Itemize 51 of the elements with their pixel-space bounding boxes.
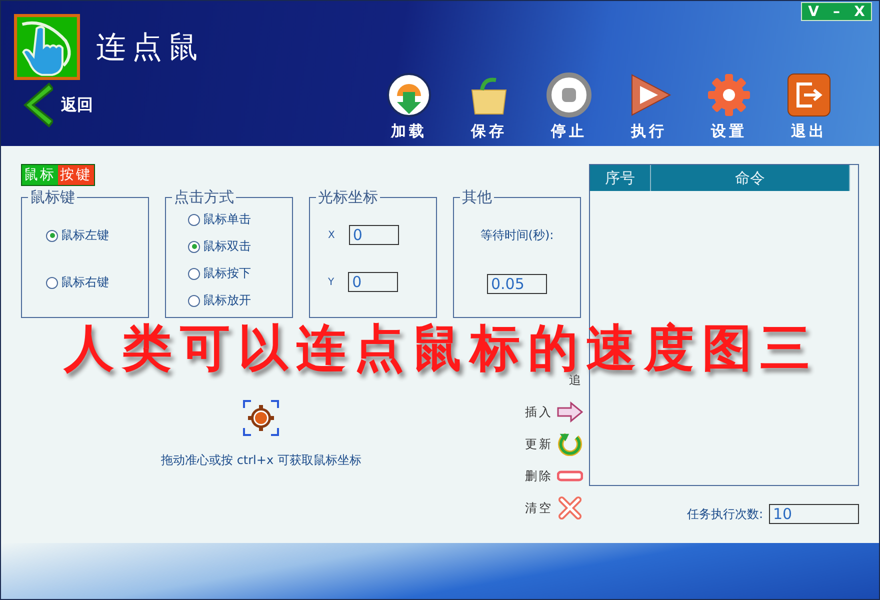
command-button[interactable]: 插入: [525, 400, 583, 424]
radio-option[interactable]: 鼠标双击: [188, 238, 286, 255]
radio-option[interactable]: 鼠标右键: [46, 274, 142, 291]
radio-option[interactable]: 鼠标左键: [46, 227, 142, 244]
toolbar-button[interactable]: 停止: [539, 72, 599, 141]
stop-icon: [546, 72, 592, 118]
app-title: 连点鼠: [96, 28, 204, 66]
hand-cursor-logo-icon: [14, 14, 80, 80]
refresh-icon: [557, 432, 583, 456]
minus-icon: [557, 470, 583, 482]
column-header[interactable]: 命令: [651, 165, 850, 191]
cross-icon: [557, 496, 583, 520]
toolbar-button[interactable]: 加载: [379, 72, 439, 141]
command-button[interactable]: 删除: [525, 464, 583, 488]
command-button[interactable]: 清空: [525, 496, 583, 520]
coordinate-field[interactable]: 0: [348, 225, 399, 245]
toolbar-button[interactable]: 保存: [459, 72, 519, 141]
group-title: 点击方式: [173, 188, 235, 207]
group-title: 其他: [461, 188, 493, 207]
radio-button[interactable]: [46, 230, 58, 242]
task-count-label: 任务执行次数:: [686, 506, 763, 522]
coordinate-label: Y: [328, 276, 334, 288]
radio-option[interactable]: 鼠标单击: [188, 211, 286, 228]
wait-time-label: 等待时间(秒):: [480, 227, 554, 244]
coordinate-label: X: [328, 230, 335, 240]
group-title: 鼠标键: [29, 188, 76, 207]
toolbar-button[interactable]: 设置: [699, 72, 759, 141]
coordinate-field[interactable]: 0: [348, 272, 398, 292]
toolbar-button[interactable]: 执行: [619, 72, 679, 141]
crosshair-icon: [243, 400, 280, 436]
back-button[interactable]: 返回: [19, 81, 93, 129]
section-tag: 按键: [58, 165, 94, 185]
arrow-right-icon: [557, 400, 583, 424]
radio-button[interactable]: [46, 276, 58, 288]
radio-button[interactable]: [188, 214, 200, 226]
column-header[interactable]: 序号: [590, 165, 651, 191]
toolbar-button[interactable]: 退出: [779, 72, 839, 141]
radio-option[interactable]: 鼠标放开: [188, 292, 286, 309]
radio-option[interactable]: 鼠标按下: [188, 265, 286, 282]
task-count-field[interactable]: 10: [769, 504, 859, 524]
command-button[interactable]: 更新: [525, 432, 583, 456]
radio-button[interactable]: [188, 294, 200, 306]
crosshair-hint: 拖动准心或按 ctrl+x 可获取鼠标坐标: [161, 452, 362, 469]
section-tag: 鼠标: [22, 165, 58, 185]
group-title: 光标坐标: [317, 188, 379, 207]
settings-icon: [706, 72, 752, 118]
wait-time-field[interactable]: 0.05: [487, 274, 547, 294]
radio-button[interactable]: [188, 268, 200, 280]
exit-icon: [786, 72, 832, 118]
download-icon: [386, 72, 432, 118]
radio-button[interactable]: [188, 240, 200, 252]
